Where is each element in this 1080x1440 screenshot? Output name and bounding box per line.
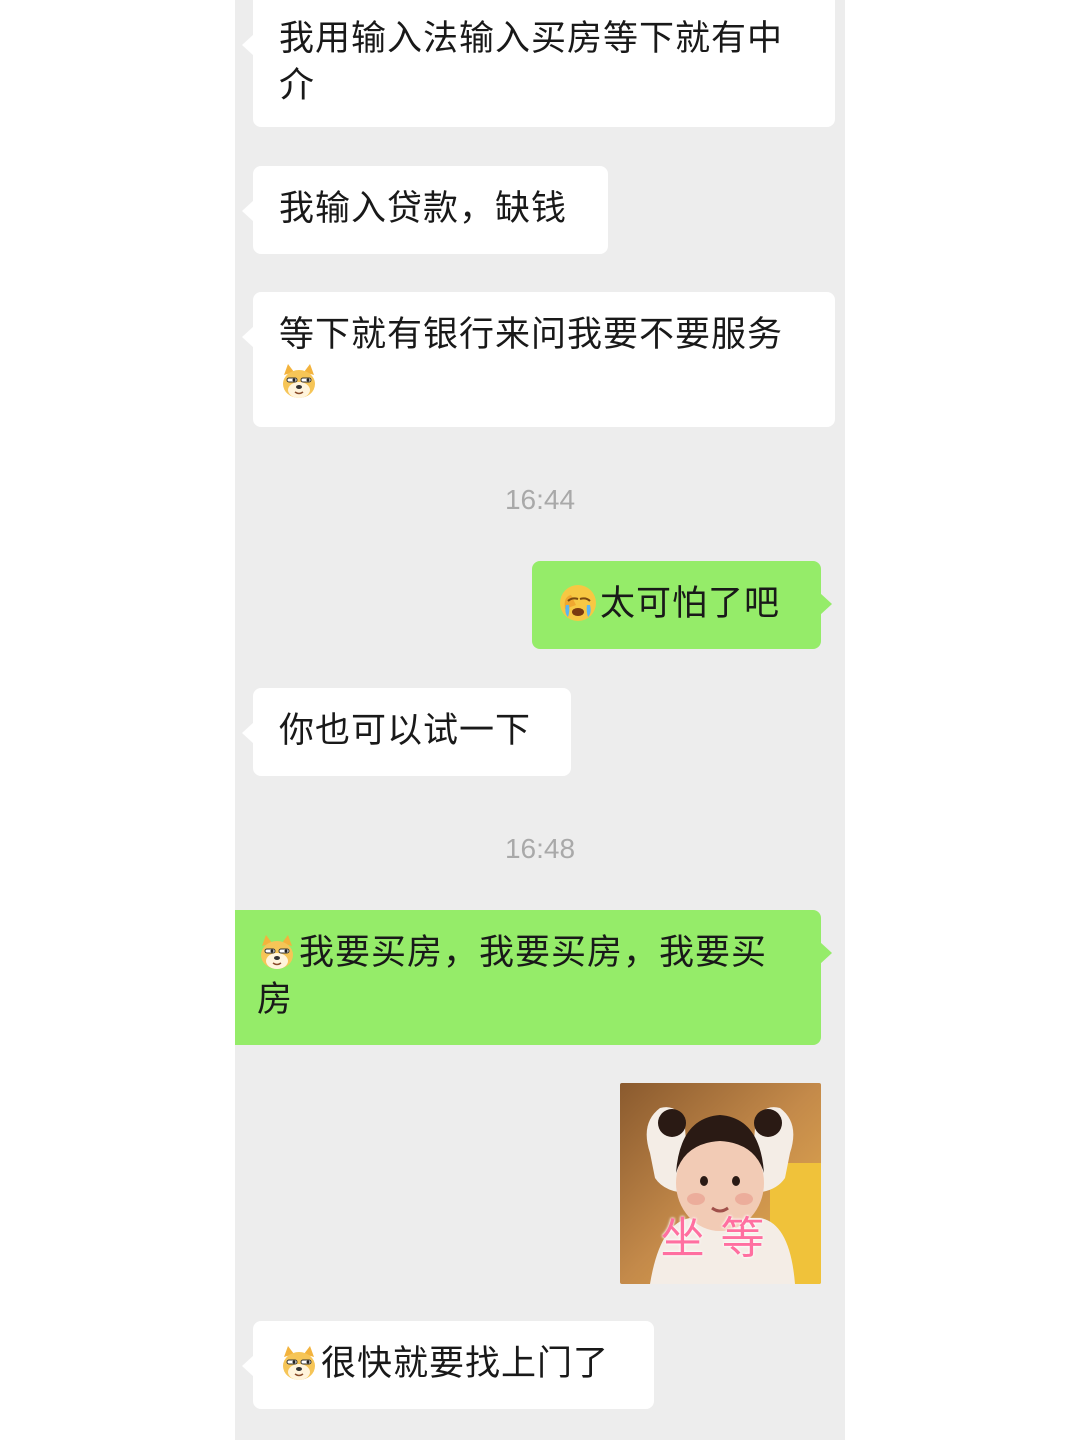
message-text: 我用输入法输入买房等下就有中介: [279, 19, 784, 106]
facepalm-cry-emoji-icon: [560, 585, 596, 621]
message-text: 我输入贷款，缺钱: [279, 189, 568, 229]
sticker-caption: 坐等: [660, 1213, 781, 1264]
sticker-message[interactable]: 坐等: [620, 1083, 821, 1284]
message-text: 等下就有银行来问我要不要服务: [279, 315, 784, 355]
incoming-message-bubble[interactable]: 等下就有银行来问我要不要服务: [242, 292, 835, 427]
outgoing-message-bubble[interactable]: 太可怕了吧: [532, 561, 832, 649]
incoming-message-bubble[interactable]: 你也可以试一下: [242, 688, 571, 776]
message-text: 你也可以试一下: [279, 711, 532, 751]
doge-emoji-icon: [283, 1346, 315, 1380]
outgoing-message-bubble[interactable]: 我要买房，我要买房，我要买房: [235, 910, 832, 1045]
incoming-message-bubble[interactable]: 很快就要找上门了: [242, 1321, 654, 1409]
doge-emoji-icon: [261, 935, 293, 969]
incoming-message-bubble[interactable]: 我输入贷款，缺钱: [242, 166, 608, 254]
message-text: 我要买房，我要买房，我要买房: [257, 933, 768, 1020]
message-text: 太可怕了吧: [600, 584, 781, 624]
message-text: 很快就要找上门了: [321, 1344, 610, 1384]
screenshot-page: 我用输入法输入买房等下就有中介 我输入贷款，缺钱 等下就有银行来问我要不要服务: [0, 0, 1080, 1440]
doge-emoji-icon: [283, 364, 315, 398]
message-timestamp: 16:48: [504, 833, 576, 864]
incoming-message-bubble[interactable]: 我用输入法输入买房等下就有中介: [242, 0, 835, 127]
message-timestamp: 16:44: [504, 484, 576, 515]
chat-conversation[interactable]: 我用输入法输入买房等下就有中介 我输入贷款，缺钱 等下就有银行来问我要不要服务: [235, 0, 845, 1440]
